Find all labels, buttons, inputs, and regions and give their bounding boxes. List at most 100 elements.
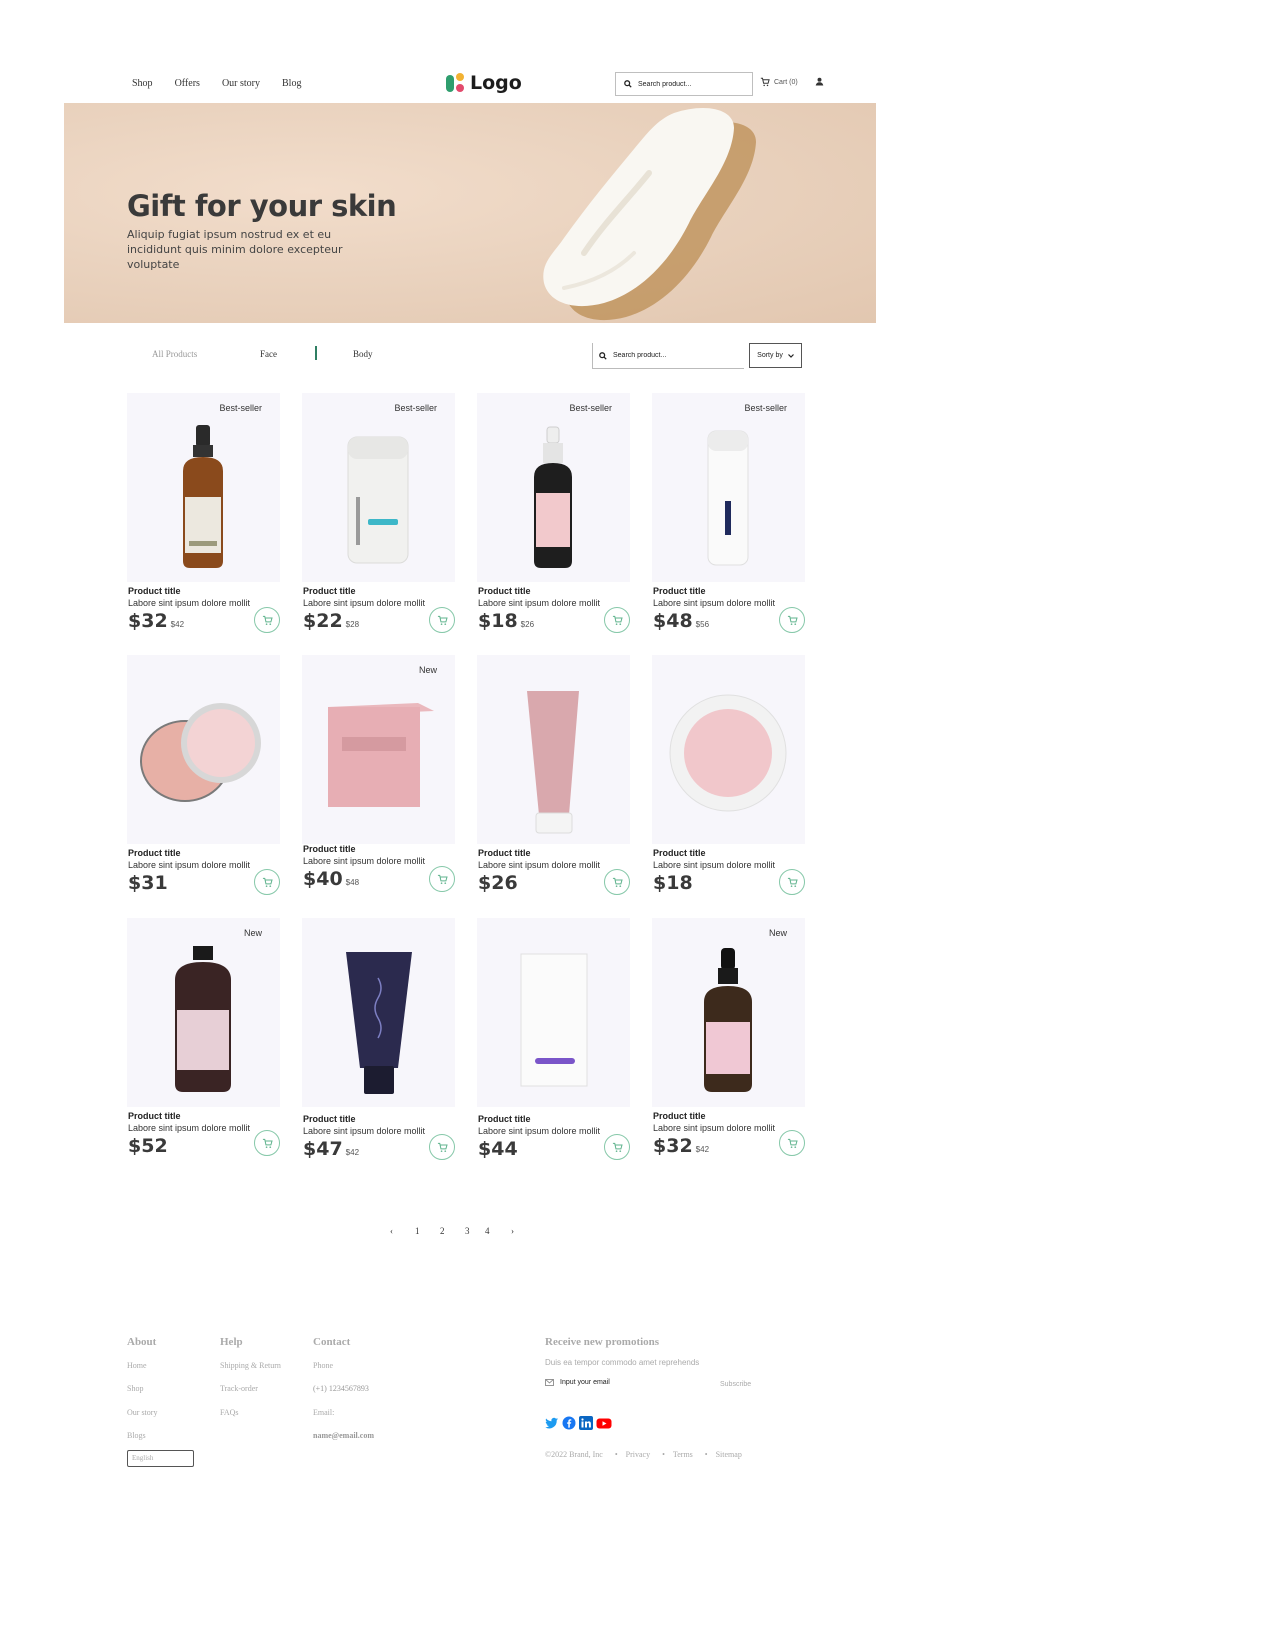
page-3-button[interactable]: 3 (465, 1226, 485, 1236)
add-to-cart-button[interactable] (604, 869, 630, 895)
product-badge: Best-seller (219, 403, 262, 413)
tab-all-products[interactable]: All Products (152, 349, 197, 359)
page-4-button[interactable]: 4 (485, 1226, 511, 1236)
contact-email[interactable]: name@email.com (313, 1431, 374, 1440)
product-title: Product title (478, 848, 531, 858)
phone-number[interactable]: (+1) 1234567893 (313, 1384, 369, 1393)
logo-icon (446, 73, 466, 93)
nav-blog[interactable]: Blog (282, 78, 301, 89)
product-price: $22 (303, 610, 343, 632)
product-image-area: New (302, 655, 455, 844)
product-search-input[interactable] (613, 352, 713, 359)
language-select[interactable]: English (127, 1450, 194, 1467)
add-to-cart-button[interactable] (254, 607, 280, 633)
dark-tube-image (346, 952, 412, 1094)
product-title: Product title (128, 586, 181, 596)
price-row: $52 (128, 1135, 171, 1157)
product-old-price: $48 (345, 878, 360, 887)
dropper-bottle-amber-image (183, 425, 223, 568)
header-search-input[interactable] (638, 80, 738, 88)
footer-link-faqs[interactable]: FAQs (220, 1408, 239, 1417)
product-description: Labore sint ipsum dolore mollit (303, 856, 426, 866)
sitemap-link[interactable]: Sitemap (705, 1450, 742, 1459)
product-title: Product title (478, 1114, 531, 1124)
product-price: $32 (653, 1135, 693, 1157)
nav-shop[interactable]: Shop (132, 78, 153, 89)
tab-face[interactable]: Face (260, 349, 277, 359)
product-price: $52 (128, 1135, 168, 1157)
product-title: Product title (303, 586, 356, 596)
cart-link[interactable]: Cart (0) (760, 77, 798, 87)
linkedin-icon[interactable] (579, 1416, 593, 1430)
add-to-cart-button[interactable] (604, 607, 630, 633)
add-to-cart-button[interactable] (604, 1134, 630, 1160)
price-row: $32 $42 (128, 610, 184, 632)
header-search-box[interactable] (615, 72, 753, 96)
product-image-area: Best-seller (652, 393, 805, 582)
product-description: Labore sint ipsum dolore mollit (128, 860, 251, 870)
add-to-cart-button[interactable] (254, 869, 280, 895)
product-old-price: $28 (345, 620, 360, 629)
footer-link-track-order[interactable]: Track-order (220, 1384, 258, 1393)
footer-link-shop[interactable]: Shop (127, 1384, 143, 1393)
add-to-cart-button[interactable] (779, 1130, 805, 1156)
product-description: Labore sint ipsum dolore mollit (303, 1126, 426, 1136)
product-badge: Best-seller (394, 403, 437, 413)
add-to-cart-button[interactable] (429, 607, 455, 633)
product-image-area (477, 918, 630, 1107)
brand-logo[interactable]: Logo (446, 72, 522, 94)
product-old-price: $42 (345, 1148, 360, 1157)
product-image-area (302, 918, 455, 1107)
pink-box-image (328, 703, 434, 807)
product-badge: Best-seller (744, 403, 787, 413)
footer-link-our-story[interactable]: Our story (127, 1408, 157, 1417)
twitter-icon[interactable] (545, 1416, 559, 1430)
search-icon (599, 351, 607, 360)
product-filters: All Products Face Body Sorty by (152, 343, 802, 369)
youtube-icon[interactable] (596, 1416, 612, 1430)
product-description: Labore sint ipsum dolore mollit (478, 1126, 601, 1136)
facebook-icon[interactable] (562, 1416, 576, 1430)
page-2-button[interactable]: 2 (440, 1226, 465, 1236)
hero-banner: Gift for your skin Aliquip fugiat ipsum … (64, 103, 876, 323)
tab-body[interactable]: Body (353, 349, 373, 359)
add-to-cart-button[interactable] (779, 607, 805, 633)
privacy-link[interactable]: Privacy (615, 1450, 650, 1459)
nav-offers[interactable]: Offers (175, 78, 200, 89)
product-description: Labore sint ipsum dolore mollit (128, 598, 251, 608)
product-old-price: $26 (520, 620, 535, 629)
product-price: $18 (653, 872, 693, 894)
next-page-button[interactable]: › (511, 1226, 514, 1236)
phone-label: Phone (313, 1361, 333, 1370)
add-to-cart-button[interactable] (429, 866, 455, 892)
user-icon[interactable] (815, 77, 824, 86)
add-to-cart-button[interactable] (779, 869, 805, 895)
prev-page-button[interactable]: ‹ (390, 1226, 415, 1236)
conditioner-bottle-image (175, 946, 231, 1092)
footer-link-home[interactable]: Home (127, 1361, 147, 1370)
page-1-button[interactable]: 1 (415, 1226, 440, 1236)
cart-icon (787, 1138, 798, 1148)
subscribe-button[interactable]: Subscribe (720, 1381, 751, 1388)
legal-row: ©2022 Brand, Inc Privacy Terms Sitemap (545, 1450, 742, 1459)
hero-title: Gift for your skin (127, 189, 397, 223)
product-title: Product title (128, 848, 181, 858)
footer-contact-heading: Contact (313, 1336, 351, 1348)
add-to-cart-button[interactable] (254, 1130, 280, 1156)
price-row: $44 (478, 1138, 521, 1160)
product-title: Product title (303, 844, 356, 854)
cart-icon (437, 874, 448, 884)
nav-our-story[interactable]: Our story (222, 78, 260, 89)
product-price: $18 (478, 610, 518, 632)
product-title: Product title (128, 1111, 181, 1121)
price-row: $22 $28 (303, 610, 359, 632)
sort-select[interactable]: Sorty by (749, 343, 802, 368)
product-search-box[interactable] (592, 343, 744, 369)
footer-link-blogs[interactable]: Blogs (127, 1431, 146, 1440)
product-price: $48 (653, 610, 693, 632)
terms-link[interactable]: Terms (662, 1450, 693, 1459)
footer-link-shipping[interactable]: Shipping & Return (220, 1361, 281, 1370)
product-badge: New (418, 665, 437, 675)
product-description: Labore sint ipsum dolore mollit (478, 598, 601, 608)
add-to-cart-button[interactable] (429, 1134, 455, 1160)
